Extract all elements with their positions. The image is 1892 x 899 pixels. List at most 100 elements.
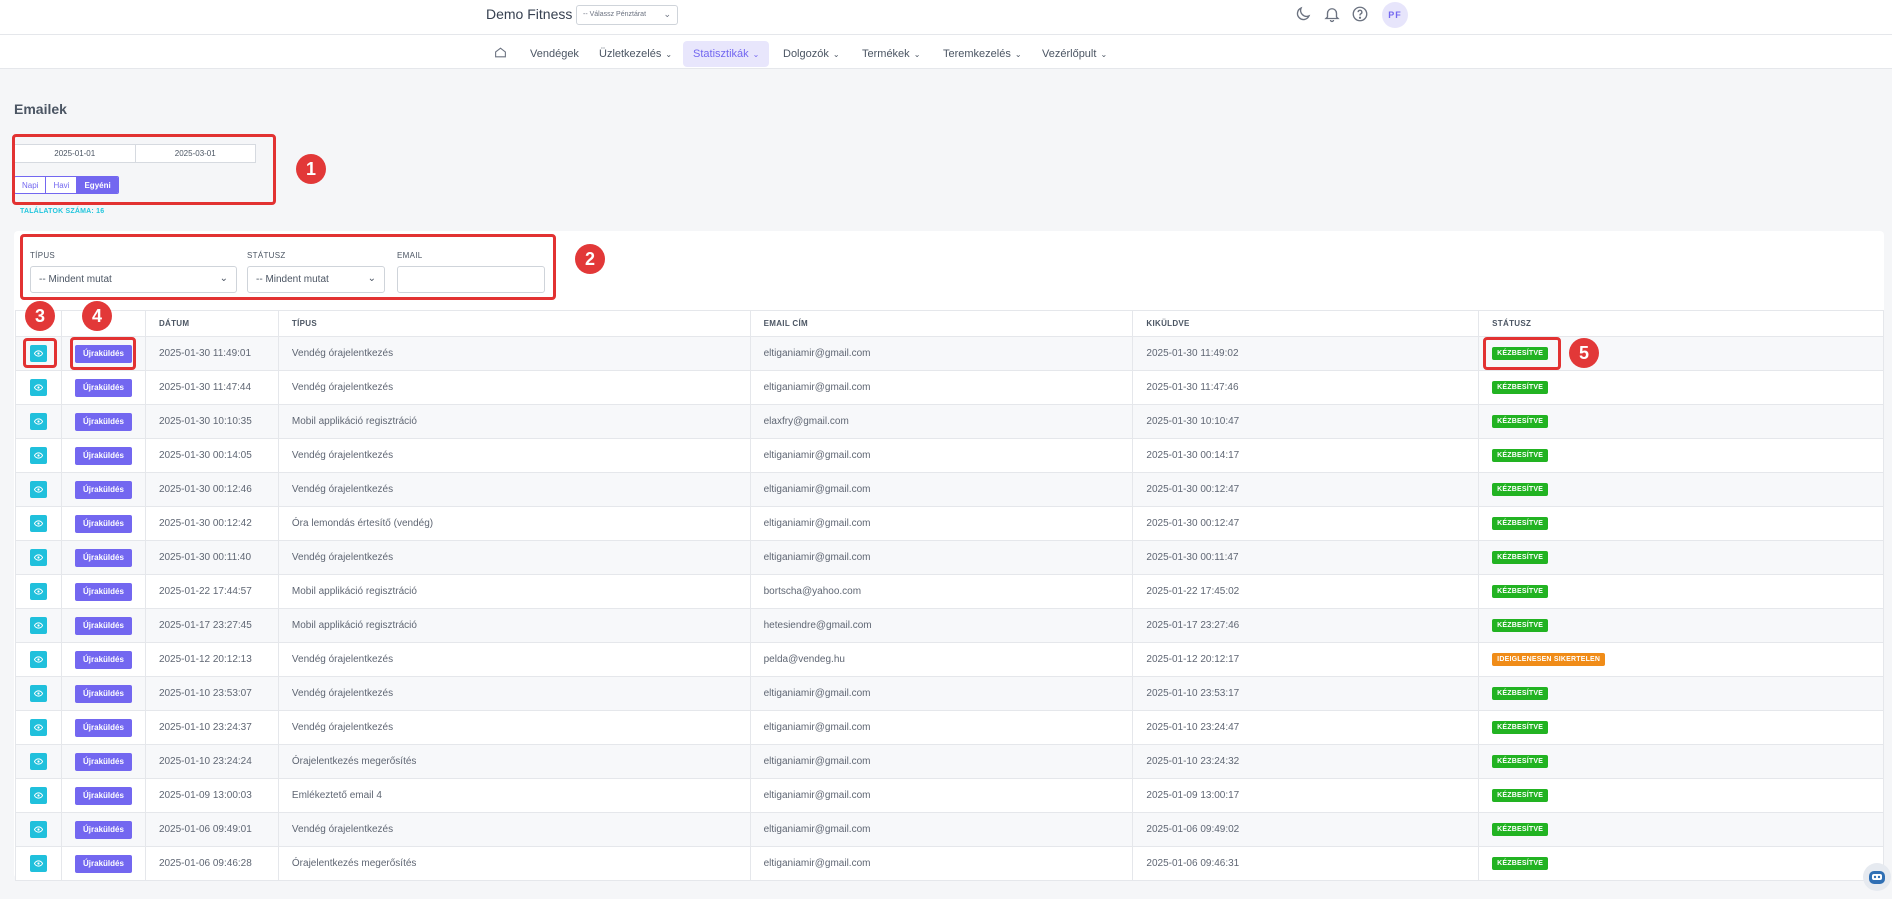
eye-icon	[33, 826, 43, 833]
nav-item-rooms[interactable]: Teremkezelés ⌄	[933, 41, 1032, 67]
status-cell: KÉZBESÍTVE	[1478, 506, 1884, 541]
view-email-button[interactable]	[29, 753, 47, 770]
annotation-box-3	[23, 338, 57, 368]
sent-cell: 2025-01-30 00:11:47	[1132, 540, 1480, 575]
status-badge: KÉZBESÍTVE	[1492, 823, 1549, 836]
type-cell: Vendég órajelentkezés	[277, 710, 751, 745]
view-email-button[interactable]	[29, 617, 47, 634]
resend-button[interactable]: Újraküldés	[75, 480, 132, 499]
status-cell: KÉZBESÍTVE	[1478, 608, 1884, 643]
eye-icon	[33, 792, 43, 799]
date-cell: 2025-01-30 00:12:46	[144, 472, 279, 507]
chevron-down-icon: ⌄	[913, 50, 921, 59]
sent-cell: 2025-01-12 20:12:17	[1132, 642, 1480, 677]
view-email-button[interactable]	[29, 685, 47, 702]
sent-cell: 2025-01-10 23:24:47	[1132, 710, 1480, 745]
nav-item-statistics[interactable]: Statisztikák ⌄	[683, 41, 770, 67]
date-cell: 2025-01-30 00:14:05	[144, 438, 279, 473]
nav-item-employees[interactable]: Dolgozók ⌄	[773, 41, 850, 67]
email-cell: eltiganiamir@gmail.com	[749, 336, 1134, 371]
resend-button[interactable]: Újraküldés	[75, 786, 132, 805]
view-cell	[15, 676, 62, 711]
table-row: Újraküldés 2025-01-30 11:49:01 Vendég óraj…	[15, 336, 1884, 371]
resend-button[interactable]: Újraküldés	[75, 752, 132, 771]
table-row: Újraküldés 2025-01-22 17:44:57 Mobil appli…	[15, 574, 1884, 609]
resend-button[interactable]: Újraküldés	[75, 446, 132, 465]
view-email-button[interactable]	[29, 379, 47, 396]
resend-button[interactable]: Újraküldés	[75, 378, 132, 397]
resend-cell: Újraküldés	[60, 540, 146, 575]
status-badge: KÉZBESÍTVE	[1492, 721, 1549, 734]
email-cell: eltiganiamir@gmail.com	[749, 370, 1134, 405]
column-header-status[interactable]: STÁTUSZ	[1478, 310, 1884, 337]
view-email-button[interactable]	[29, 821, 47, 838]
resend-button[interactable]: Újraküldés	[75, 684, 132, 703]
help-icon[interactable]	[1351, 5, 1371, 25]
resend-cell: Újraküldés	[60, 506, 146, 541]
resend-button[interactable]: Újraküldés	[75, 548, 132, 567]
sent-cell: 2025-01-30 10:10:47	[1132, 404, 1480, 439]
resend-button[interactable]: Újraküldés	[75, 412, 132, 431]
eye-icon	[33, 418, 43, 425]
status-cell: KÉZBESÍTVE	[1478, 438, 1884, 473]
date-cell: 2025-01-09 13:00:03	[144, 778, 279, 813]
chevron-down-icon: ⌄	[665, 50, 673, 59]
view-email-button[interactable]	[29, 447, 47, 464]
nav-item-dashboard[interactable]: Vezérlőpult ⌄	[1032, 41, 1117, 67]
status-badge: KÉZBESÍTVE	[1492, 449, 1549, 462]
resend-cell: Újraküldés	[60, 744, 146, 779]
resend-button[interactable]: Újraküldés	[75, 650, 132, 669]
view-email-button[interactable]	[29, 413, 47, 430]
view-email-button[interactable]	[29, 719, 47, 736]
register-select[interactable]: -- Válassz Pénztárat ⌄	[576, 5, 678, 25]
moon-icon[interactable]	[1294, 5, 1314, 25]
view-email-button[interactable]	[29, 787, 47, 804]
date-cell: 2025-01-30 11:47:44	[144, 370, 279, 405]
sent-cell: 2025-01-10 23:53:17	[1132, 676, 1480, 711]
nav-item-guests[interactable]: Vendégek	[520, 41, 589, 67]
status-cell: KÉZBESÍTVE	[1478, 812, 1884, 847]
email-cell: eltiganiamir@gmail.com	[749, 778, 1134, 813]
date-cell: 2025-01-12 20:12:13	[144, 642, 279, 677]
column-header-email[interactable]: EMAIL CÍM	[749, 310, 1134, 337]
bell-icon[interactable]	[1323, 5, 1343, 25]
sent-cell: 2025-01-30 00:12:47	[1132, 506, 1480, 541]
view-email-button[interactable]	[29, 481, 47, 498]
view-email-button[interactable]	[29, 651, 47, 668]
chevron-down-icon: ⌄	[832, 50, 840, 59]
chat-assistant-icon[interactable]	[1862, 862, 1892, 892]
resend-button[interactable]: Újraküldés	[75, 718, 132, 737]
resend-button[interactable]: Újraküldés	[75, 854, 132, 873]
view-email-button[interactable]	[29, 855, 47, 872]
eye-icon	[33, 656, 43, 663]
column-header-date[interactable]: DÁTUM	[144, 310, 279, 337]
status-cell: KÉZBESÍTVE	[1478, 778, 1884, 813]
view-cell	[15, 710, 62, 745]
view-cell	[15, 846, 62, 881]
type-cell: Óra lemondás értesítő (vendég)	[277, 506, 751, 541]
table-row: Újraküldés 2025-01-30 10:10:35 Mobil appli…	[15, 404, 1884, 439]
annotation-number-5: 5	[1569, 338, 1599, 368]
type-cell: Vendég órajelentkezés	[277, 676, 751, 711]
view-email-button[interactable]	[29, 515, 47, 532]
view-email-button[interactable]	[29, 583, 47, 600]
table-row: Újraküldés 2025-01-30 00:12:42 Óra lemondá…	[15, 506, 1884, 541]
table-row: Újraküldés 2025-01-06 09:49:01 Vendég óraj…	[15, 812, 1884, 847]
view-email-button[interactable]	[29, 549, 47, 566]
avatar[interactable]: PF	[1382, 2, 1408, 28]
date-cell: 2025-01-30 00:12:42	[144, 506, 279, 541]
resend-button[interactable]: Újraküldés	[75, 616, 132, 635]
home-icon[interactable]	[494, 46, 507, 59]
brand-name: Demo Fitness	[486, 6, 573, 22]
resend-cell: Újraküldés	[60, 404, 146, 439]
view-cell	[15, 438, 62, 473]
nav-item-products[interactable]: Termékek ⌄	[852, 41, 930, 67]
resend-button[interactable]: Újraküldés	[75, 582, 132, 601]
column-header-type[interactable]: TÍPUS	[277, 310, 751, 337]
sent-cell: 2025-01-30 00:14:17	[1132, 438, 1480, 473]
sent-cell: 2025-01-30 00:12:47	[1132, 472, 1480, 507]
nav-item-business[interactable]: Üzletkezelés ⌄	[589, 41, 682, 67]
resend-button[interactable]: Újraküldés	[75, 514, 132, 533]
column-header-sent[interactable]: KIKÜLDVE	[1132, 310, 1480, 337]
resend-button[interactable]: Újraküldés	[75, 820, 132, 839]
